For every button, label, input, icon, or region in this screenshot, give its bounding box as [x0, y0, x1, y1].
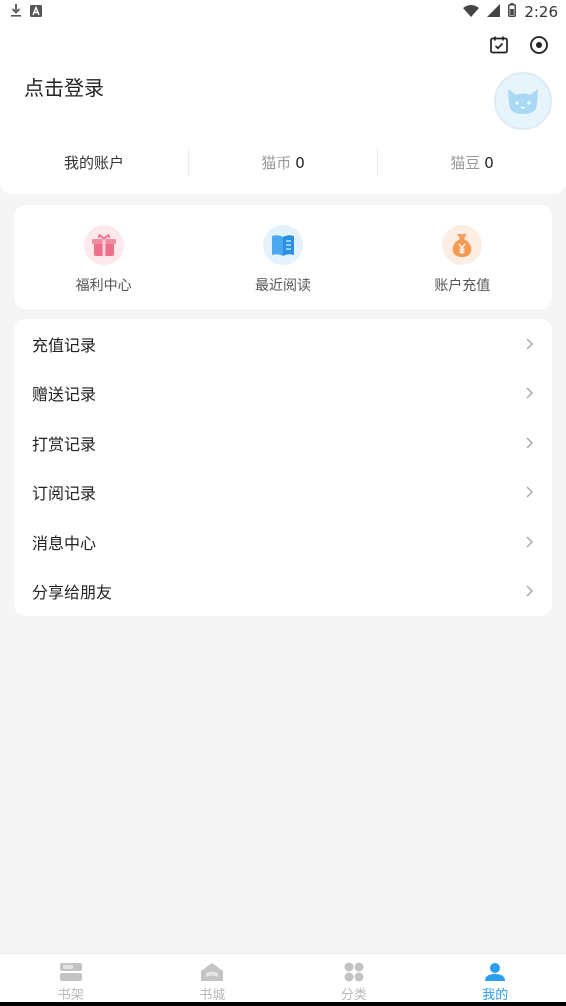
download-icon [10, 3, 22, 21]
category-icon [344, 962, 364, 982]
money-bag-icon [442, 225, 483, 265]
settings-dot-icon[interactable] [528, 34, 550, 56]
my-account-label: 我的账户 [63, 153, 124, 172]
tab-mine[interactable]: 我的 [425, 954, 566, 1006]
menu-item-recharge-records[interactable]: 充值记录 [14, 319, 552, 369]
gift-icon [83, 225, 124, 265]
menu-item-gift-records[interactable]: 赠送记录 [14, 369, 552, 419]
coins-label: 猫币 [261, 153, 292, 172]
tab-label: 书城 [199, 988, 226, 1003]
menu-item-label: 充值记录 [32, 335, 97, 355]
chevron-right-icon [526, 536, 534, 548]
bottom-nav: 书架 书城 分类 我的 [0, 953, 566, 1006]
status-right: 2:26 [463, 3, 558, 21]
tab-category[interactable]: 分类 [283, 954, 425, 1006]
quick-action-recharge[interactable]: 账户充值 [373, 205, 552, 309]
book-icon [262, 225, 303, 265]
notification-a-icon [30, 3, 42, 21]
bookstore-icon [201, 963, 224, 981]
menu-item-share-with-friends[interactable]: 分享给朋友 [14, 567, 552, 617]
coins-stat[interactable]: 猫币 0 [189, 152, 377, 173]
status-time: 2:26 [524, 3, 558, 21]
chevron-right-icon [526, 387, 534, 399]
cat-avatar-icon[interactable] [494, 72, 552, 130]
my-account-link[interactable]: 我的账户 [0, 152, 188, 173]
status-bar: 2:26 [0, 0, 566, 24]
menu-item-tip-records[interactable]: 打赏记录 [14, 418, 552, 468]
header-actions [488, 34, 550, 56]
chevron-right-icon [526, 585, 534, 597]
chevron-right-icon [526, 486, 534, 498]
menu-list: 充值记录 赠送记录 打赏记录 订阅记录 消息中心 分享给朋友 [14, 319, 552, 616]
tab-label: 书架 [57, 988, 84, 1003]
chevron-right-icon [526, 437, 534, 449]
bookshelf-icon [59, 963, 82, 981]
login-button[interactable]: 点击登录 [24, 72, 104, 101]
menu-item-label: 订阅记录 [32, 484, 97, 504]
profile-header: 点击登录 我的账户 猫币 0 猫豆 0 [0, 24, 566, 194]
status-left [10, 3, 42, 21]
quick-action-label: 最近阅读 [254, 278, 311, 294]
beans-stat[interactable]: 猫豆 0 [378, 152, 566, 173]
menu-item-label: 赠送记录 [32, 385, 97, 405]
tab-label: 分类 [340, 988, 367, 1003]
tab-label: 我的 [482, 988, 509, 1003]
beans-label: 猫豆 [450, 153, 481, 172]
quick-action-recent-reading[interactable]: 最近阅读 [193, 205, 372, 309]
tab-bookstore[interactable]: 书城 [142, 954, 284, 1006]
beans-value: 0 [484, 153, 494, 172]
profile-icon [485, 963, 506, 981]
menu-item-message-center[interactable]: 消息中心 [14, 517, 552, 567]
menu-item-label: 分享给朋友 [32, 583, 113, 603]
calendar-check-icon[interactable] [488, 34, 510, 56]
quick-action-welfare[interactable]: 福利中心 [14, 205, 193, 309]
tab-bookshelf[interactable]: 书架 [0, 954, 142, 1006]
quick-action-label: 福利中心 [75, 278, 132, 294]
signal-icon [487, 3, 501, 21]
chevron-right-icon [526, 338, 534, 350]
wifi-icon [463, 3, 480, 21]
menu-item-label: 打赏记录 [32, 434, 97, 454]
battery-icon [508, 3, 517, 21]
system-nav-bar [0, 1002, 566, 1006]
account-stats: 我的账户 猫币 0 猫豆 0 [0, 144, 566, 180]
quick-action-label: 账户充值 [434, 278, 491, 294]
screen: 2:26 点击登录 我的账户 猫币 0 猫豆 0 福利中心 最近阅读 账户充值 … [0, 0, 566, 1006]
quick-actions-card: 福利中心 最近阅读 账户充值 [14, 205, 552, 309]
coins-value: 0 [295, 153, 305, 172]
menu-item-subscription-records[interactable]: 订阅记录 [14, 468, 552, 518]
menu-item-label: 消息中心 [32, 533, 97, 553]
